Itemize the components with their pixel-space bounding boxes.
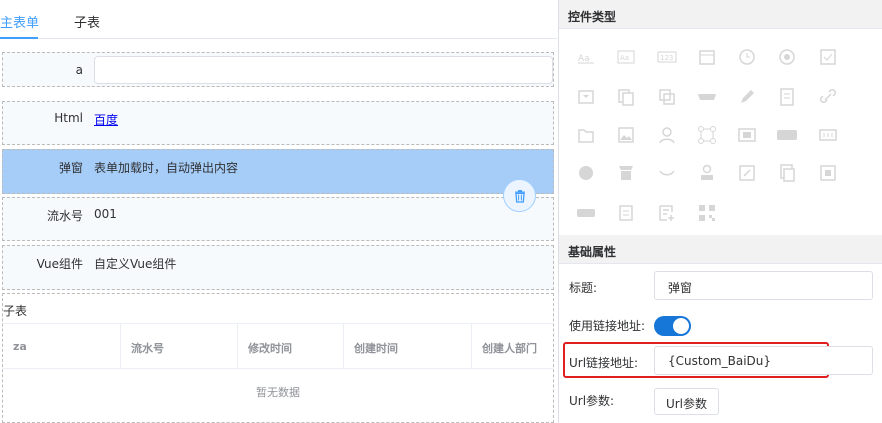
form-icon[interactable] <box>657 203 677 223</box>
subtable-title: 子表 <box>3 304 28 318</box>
radio-icon[interactable] <box>777 47 797 67</box>
qrcode-icon[interactable] <box>697 203 717 223</box>
frame-icon[interactable] <box>737 125 757 145</box>
doc-icon[interactable] <box>818 163 838 183</box>
field-value: 自定义Vue组件 <box>94 257 177 271</box>
calc-icon[interactable] <box>616 203 636 223</box>
field-label: Html <box>54 111 83 125</box>
html-icon[interactable] <box>777 125 797 145</box>
title-label: 标题: <box>569 281 598 295</box>
stamp-icon[interactable] <box>697 163 717 183</box>
circle-icon[interactable] <box>576 163 596 183</box>
html-link[interactable]: 百度 <box>94 111 118 128</box>
form-designer: 主表单 子表 a Html 百度 弹窗 表单加载时，自动弹出内容 流水号 001… <box>0 0 557 423</box>
user-icon[interactable] <box>657 125 677 145</box>
url-input[interactable]: {Custom_BaiDu} <box>654 346 873 375</box>
props-section-title: 基础属性 <box>568 245 617 259</box>
code-icon[interactable] <box>818 125 838 145</box>
empty-text: 暂无数据 <box>256 386 300 399</box>
document-icon[interactable] <box>777 87 797 107</box>
column-header: 修改时间 <box>238 324 344 369</box>
subtable[interactable]: 子表 za 流水号 修改时间 创建时间 创建人部门 暂无数据 <box>2 293 554 423</box>
checkbox-icon[interactable] <box>818 47 838 67</box>
svg-text:Aa: Aa <box>620 54 629 62</box>
column-header: 创建人部门 <box>482 342 537 355</box>
props-section-header: 基础属性 <box>559 235 882 264</box>
column-header: 流水号 <box>121 324 238 369</box>
tab-subtable[interactable]: 子表 <box>74 12 100 31</box>
field-a-input[interactable] <box>94 56 553 84</box>
field-label: Vue组件 <box>36 257 83 271</box>
edit-icon[interactable] <box>737 163 757 183</box>
field-label: 弹窗 <box>58 161 83 175</box>
textarea-icon[interactable]: Aa <box>616 47 636 67</box>
form-row-vue[interactable]: Vue组件 自定义Vue组件 <box>2 245 554 290</box>
label-icon[interactable] <box>576 203 596 223</box>
properties-panel: 控件类型 Aa Aa 123 基础属性 标题: 弹窗 使用链接地址: Url链接地址… <box>558 0 882 423</box>
time-icon[interactable] <box>737 47 757 67</box>
tab-bar: 主表单 子表 <box>0 0 557 39</box>
network-icon[interactable] <box>697 125 717 145</box>
pen-icon[interactable] <box>737 87 757 107</box>
svg-text:123: 123 <box>660 54 673 62</box>
select-icon[interactable] <box>576 87 596 107</box>
tab-main-form[interactable]: 主表单 <box>0 12 39 31</box>
field-value: 表单加载时，自动弹出内容 <box>94 161 239 175</box>
form-row-a[interactable]: a <box>2 52 554 87</box>
title-input[interactable]: 弹窗 <box>654 271 873 300</box>
link-icon[interactable] <box>818 87 838 107</box>
form-row-html[interactable]: Html 百度 <box>2 101 554 145</box>
date-icon[interactable] <box>697 47 717 67</box>
folder-icon[interactable] <box>576 125 596 145</box>
form-row-serial[interactable]: 流水号 001 <box>2 197 554 241</box>
column-header: za <box>3 324 121 369</box>
toggle-knob <box>673 318 689 334</box>
controls-section-header: 控件类型 <box>559 0 882 29</box>
delete-field-button[interactable] <box>503 179 536 212</box>
wave-icon[interactable] <box>657 163 677 183</box>
subtable-grid: za 流水号 修改时间 创建时间 创建人部门 暂无数据 <box>3 323 553 423</box>
use-link-label: 使用链接地址: <box>569 319 646 333</box>
url-params-label: Url参数: <box>569 394 615 408</box>
text-icon[interactable]: Aa <box>576 47 596 67</box>
field-value: 001 <box>94 207 117 221</box>
table-icon[interactable] <box>616 163 636 183</box>
controls-section-title: 控件类型 <box>568 10 617 24</box>
form-row-popup[interactable]: 弹窗 表单加载时，自动弹出内容 <box>2 149 554 194</box>
subtable-header: za 流水号 修改时间 创建时间 创建人部门 <box>3 324 553 369</box>
files-icon[interactable] <box>777 163 797 183</box>
copy-icon[interactable] <box>616 87 636 107</box>
column-header: 创建时间 <box>344 324 472 369</box>
url-params-button[interactable]: Url参数 <box>654 388 719 415</box>
image-icon[interactable] <box>616 125 636 145</box>
number-icon[interactable]: 123 <box>657 47 677 67</box>
use-link-toggle[interactable] <box>654 316 691 336</box>
tab-active-indicator <box>0 37 38 39</box>
trash-icon <box>514 189 525 203</box>
tag-icon[interactable] <box>697 87 717 107</box>
layers-icon[interactable] <box>657 87 677 107</box>
field-label: a <box>75 63 83 77</box>
field-label: 流水号 <box>46 209 83 223</box>
url-label: Url链接地址: <box>569 356 639 370</box>
